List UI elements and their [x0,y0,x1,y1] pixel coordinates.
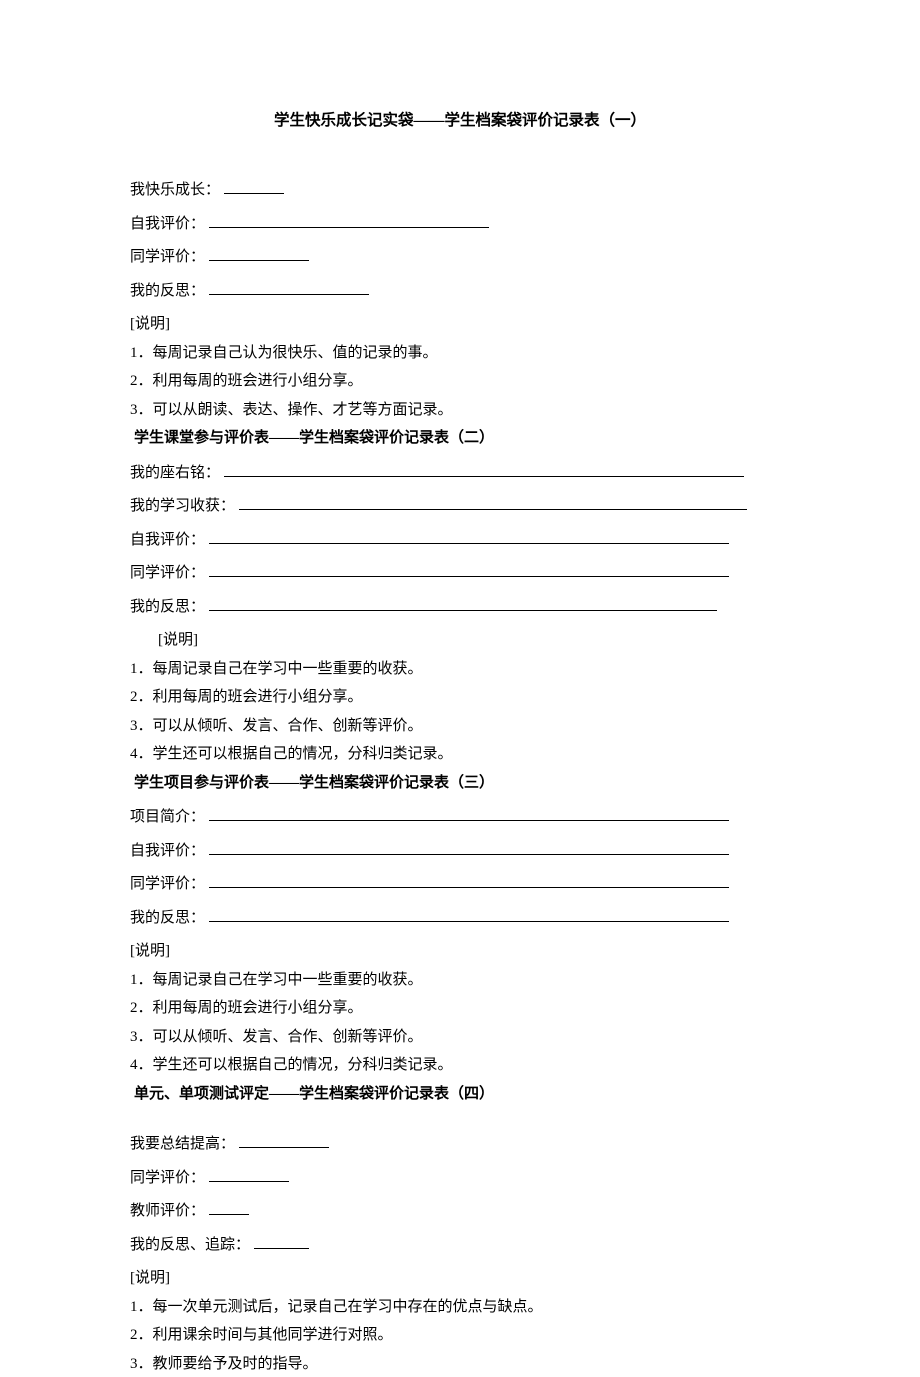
field-happy-growth: 我快乐成长： [130,178,790,204]
blank-line [209,906,729,922]
section-3-title: 学生项目参与评价表——学生档案袋评价记录表（三） [130,771,790,797]
blank-line [224,179,284,195]
blank-line [209,528,729,544]
note-header: [说明] [130,312,790,338]
note-item: 3．可以从倾听、发言、合作、创新等评价。 [130,1025,790,1051]
label-self-eval: 自我评价： [130,528,205,554]
field-peer-eval: 同学评价： [130,1166,790,1192]
field-self-eval: 自我评价： [130,839,790,865]
note-item: 2．利用每周的班会进行小组分享。 [130,685,790,711]
section-1: 我快乐成长： 自我评价： 同学评价： 我的反思： [说明] 1．每周记录自己认为… [130,178,790,423]
field-reflection: 我的反思： [130,595,790,621]
field-project-brief: 项目简介： [130,805,790,831]
label-peer-eval: 同学评价： [130,1166,205,1192]
note-header: [说明] [130,1266,790,1292]
section-2-title: 学生课堂参与评价表——学生档案袋评价记录表（二） [130,426,790,452]
section-4-title: 单元、单项测试评定——学生档案袋评价记录表（四） [130,1082,790,1108]
label-reflection: 我的反思： [130,906,205,932]
blank-line [209,839,729,855]
blank-line [209,1166,289,1182]
note-header: [说明] [130,939,790,965]
blank-line [209,595,717,611]
field-reflection-track: 我的反思、追踪： [130,1233,790,1259]
field-reflection: 我的反思： [130,906,790,932]
section-2: 我的座右铭： 我的学习收获： 自我评价： 同学评价： 我的反思： [说明] 1．… [130,455,790,768]
note-item: 4．学生还可以根据自己的情况，分科归类记录。 [130,1053,790,1079]
blank-line [209,1200,249,1216]
label-self-eval: 自我评价： [130,839,205,865]
note-item: 1．每一次单元测试后，记录自己在学习中存在的优点与缺点。 [130,1295,790,1321]
blank-line [239,495,747,511]
note-item: 2．利用每周的班会进行小组分享。 [130,369,790,395]
blank-line [209,279,369,295]
blank-line [224,461,744,477]
section-4: 我要总结提高： 同学评价： 教师评价： 我的反思、追踪： [说明] 1．每一次单… [130,1110,790,1377]
blank-line [209,806,729,822]
note-item: 2．利用课余时间与其他同学进行对照。 [130,1323,790,1349]
section-3: 项目简介： 自我评价： 同学评价： 我的反思： [说明] 1．每周记录自己在学习… [130,799,790,1079]
field-peer-eval: 同学评价： [130,872,790,898]
page-title: 学生快乐成长记实袋——学生档案袋评价记录表（一） [130,108,790,134]
label-peer-eval: 同学评价： [130,561,205,587]
field-peer-eval: 同学评价： [130,561,790,587]
label-self-eval: 自我评价： [130,212,205,238]
blank-line [209,212,489,228]
field-teacher-eval: 教师评价： [130,1199,790,1225]
label-happy-growth: 我快乐成长： [130,178,220,204]
note-item: 1．每周记录自己在学习中一些重要的收获。 [130,657,790,683]
note-item: 1．每周记录自己在学习中一些重要的收获。 [130,968,790,994]
blank-line [209,562,729,578]
blank-line [239,1133,329,1149]
label-reflection-track: 我的反思、追踪： [130,1233,250,1259]
blank-line [254,1233,309,1249]
label-teacher-eval: 教师评价： [130,1199,205,1225]
label-reflection: 我的反思： [130,595,205,621]
label-motto: 我的座右铭： [130,461,220,487]
note-item: 3．可以从朗读、表达、操作、才艺等方面记录。 [130,398,790,424]
note-item: 2．利用每周的班会进行小组分享。 [130,996,790,1022]
note-header: [说明] [130,628,790,654]
field-improve: 我要总结提高： [130,1132,790,1158]
note-item: 3．教师要给予及时的指导。 [130,1352,790,1377]
field-self-eval: 自我评价： [130,212,790,238]
field-reflection: 我的反思： [130,279,790,305]
blank-line [209,873,729,889]
blank-line [209,246,309,262]
field-motto: 我的座右铭： [130,461,790,487]
field-self-eval: 自我评价： [130,528,790,554]
label-gains: 我的学习收获： [130,494,235,520]
label-project-brief: 项目简介： [130,805,205,831]
note-item: 4．学生还可以根据自己的情况，分科归类记录。 [130,742,790,768]
label-improve: 我要总结提高： [130,1132,235,1158]
note-item: 3．可以从倾听、发言、合作、创新等评价。 [130,714,790,740]
field-peer-eval: 同学评价： [130,245,790,271]
label-peer-eval: 同学评价： [130,872,205,898]
note-item: 1．每周记录自己认为很快乐、值的记录的事。 [130,341,790,367]
field-gains: 我的学习收获： [130,494,790,520]
label-peer-eval: 同学评价： [130,245,205,271]
label-reflection: 我的反思： [130,279,205,305]
